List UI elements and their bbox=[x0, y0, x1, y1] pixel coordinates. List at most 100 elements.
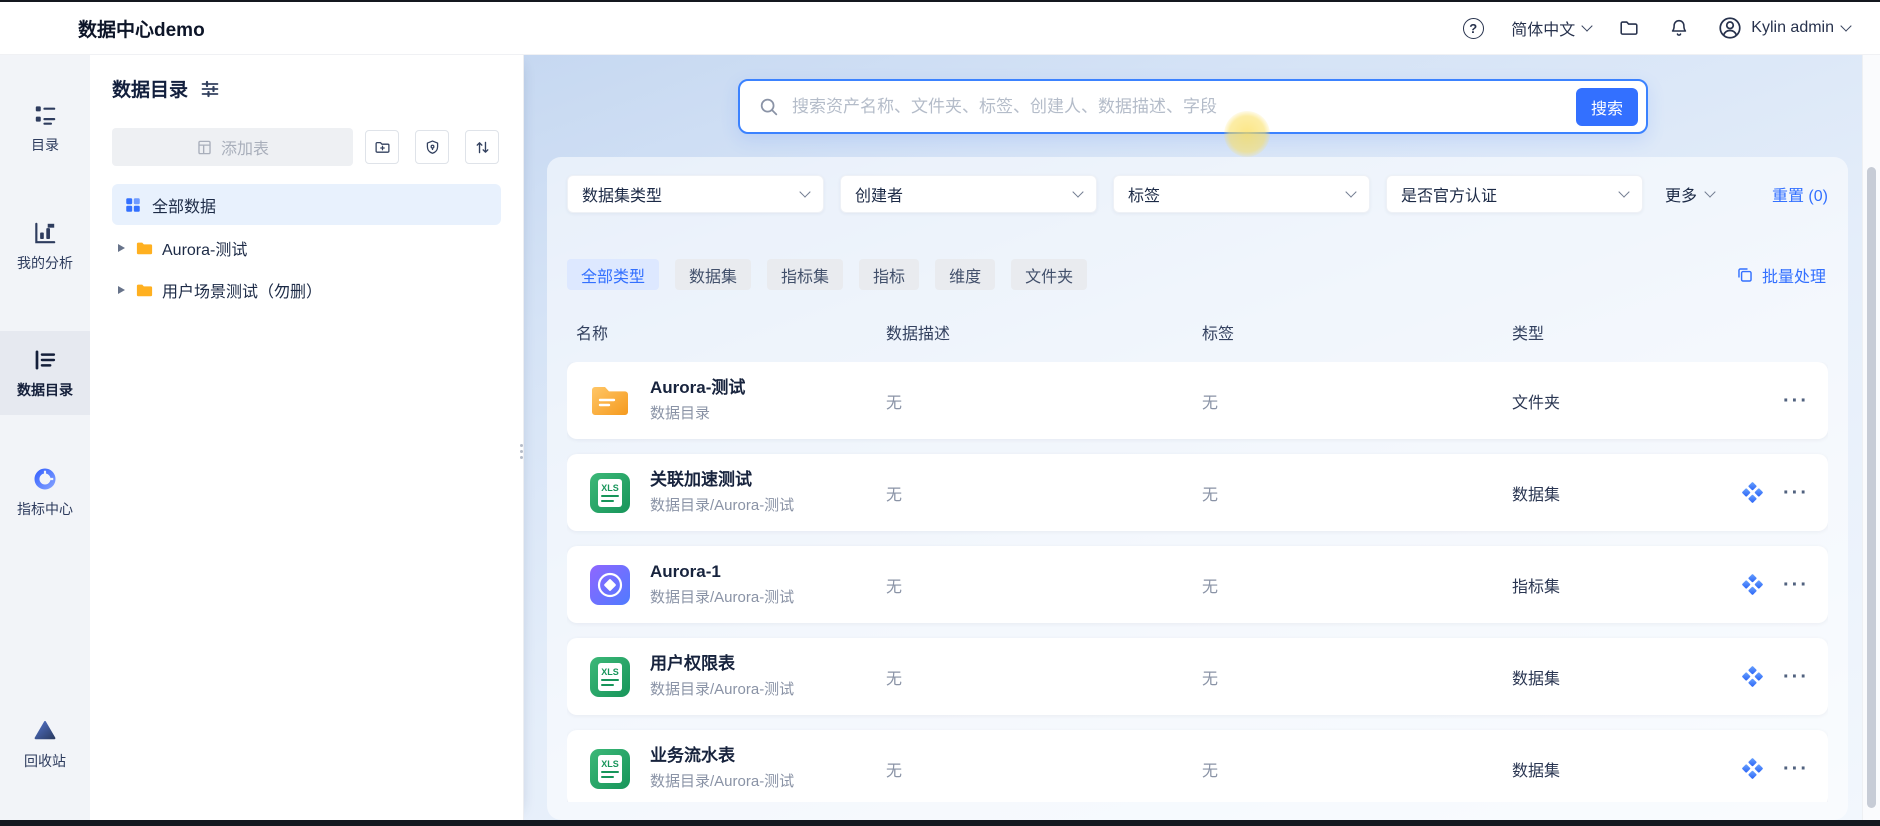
asset-list: Aurora-测试 数据目录 无 无 文件夹 ··· XLS bbox=[567, 362, 1828, 802]
filter-row: 数据集类型 创建者 标签 是否官方认证 更多 重置 (0) bbox=[567, 175, 1828, 213]
bell-icon bbox=[1668, 17, 1690, 39]
batch-process-button[interactable]: 批量处理 bbox=[1736, 263, 1826, 287]
sidebar-item-label: 数据目录 bbox=[17, 380, 73, 400]
sidebar-item-catalog[interactable]: 目录 bbox=[0, 95, 90, 161]
tree-item-all-data[interactable]: 全部数据 bbox=[112, 184, 501, 225]
filter-label: 标签 bbox=[1128, 182, 1160, 206]
acceleration-icon bbox=[1742, 574, 1763, 595]
panel-settings-button[interactable] bbox=[200, 79, 220, 99]
asset-desc: 无 bbox=[886, 389, 1202, 413]
user-menu[interactable]: Kylin admin bbox=[1717, 15, 1850, 41]
sort-button[interactable] bbox=[465, 130, 499, 164]
permission-button[interactable] bbox=[415, 130, 449, 164]
tab-dataset[interactable]: 数据集 bbox=[675, 259, 751, 290]
row-menu-button[interactable]: ··· bbox=[1783, 391, 1809, 411]
row-menu-button[interactable]: ··· bbox=[1783, 759, 1809, 779]
tree-item-user-scenario-test[interactable]: 用户场景测试（勿删） bbox=[112, 271, 501, 309]
tab-metric[interactable]: 指标 bbox=[859, 259, 919, 290]
more-filters-button[interactable]: 更多 bbox=[1665, 182, 1714, 206]
help-button[interactable]: ? bbox=[1461, 16, 1485, 40]
asset-path: 数据目录/Aurora-测试 bbox=[650, 497, 886, 515]
table-row[interactable]: XLS 用户权限表 数据目录/Aurora-测试 无 无 数据集 bbox=[567, 638, 1828, 715]
tree-item-label: 用户场景测试（勿删） bbox=[162, 278, 322, 302]
asset-name[interactable]: Aurora-测试 bbox=[650, 378, 886, 398]
asset-name[interactable]: 用户权限表 bbox=[650, 654, 886, 674]
batch-icon bbox=[1736, 266, 1754, 284]
tree-item-aurora-test[interactable]: Aurora-测试 bbox=[112, 229, 501, 267]
sidebar-item-data-catalog[interactable]: 数据目录 bbox=[0, 331, 90, 415]
sidebar-item-metrics-center[interactable]: 指标中心 bbox=[0, 459, 90, 525]
chevron-down-icon bbox=[1704, 186, 1715, 197]
user-name: Kylin admin bbox=[1751, 19, 1834, 37]
panel-resize-handle[interactable] bbox=[517, 438, 525, 464]
add-table-button[interactable]: 添加表 bbox=[112, 128, 353, 166]
filter-tag[interactable]: 标签 bbox=[1113, 175, 1370, 213]
new-folder-button[interactable] bbox=[365, 130, 399, 164]
help-icon: ? bbox=[1463, 18, 1484, 39]
sidebar-item-label: 我的分析 bbox=[17, 253, 73, 273]
asset-tag: 无 bbox=[1202, 481, 1512, 505]
topbar-actions: ? 简体中文 Kylin admin bbox=[1461, 15, 1850, 41]
sidebar-item-my-analysis[interactable]: 我的分析 bbox=[0, 213, 90, 279]
tab-metric-set[interactable]: 指标集 bbox=[767, 259, 843, 290]
filter-creator[interactable]: 创建者 bbox=[840, 175, 1097, 213]
row-menu-button[interactable]: ··· bbox=[1783, 483, 1809, 503]
tab-all-types[interactable]: 全部类型 bbox=[567, 259, 659, 290]
tree-item-label: 全部数据 bbox=[152, 193, 216, 217]
tab-dimension[interactable]: 维度 bbox=[935, 259, 995, 290]
table-row[interactable]: Aurora-1 数据目录/Aurora-测试 无 无 指标集 bbox=[567, 546, 1828, 623]
asset-tag: 无 bbox=[1202, 389, 1512, 413]
col-name: 名称 bbox=[576, 320, 886, 344]
sidebar-item-recycle-bin[interactable]: 回收站 bbox=[0, 711, 90, 777]
tree-item-label: Aurora-测试 bbox=[162, 236, 247, 260]
asset-type: 数据集 bbox=[1512, 481, 1740, 505]
svg-text:XLS: XLS bbox=[601, 667, 619, 677]
window-frame-top bbox=[0, 0, 1880, 2]
table-row[interactable]: Aurora-测试 数据目录 无 无 文件夹 ··· bbox=[567, 362, 1828, 439]
filter-label: 是否官方认证 bbox=[1401, 182, 1497, 206]
sidebar-item-label: 目录 bbox=[31, 135, 59, 155]
asset-name[interactable]: Aurora-1 bbox=[650, 562, 886, 582]
row-icon-wrap: XLS bbox=[587, 746, 650, 792]
tune-icon bbox=[200, 79, 220, 99]
reset-filters-button[interactable]: 重置 (0) bbox=[1772, 182, 1828, 206]
click-highlight bbox=[1224, 111, 1270, 157]
language-switcher[interactable]: 简体中文 bbox=[1511, 16, 1591, 40]
folder-button[interactable] bbox=[1617, 16, 1641, 40]
filter-dataset-type[interactable]: 数据集类型 bbox=[567, 175, 824, 213]
filter-official-certified[interactable]: 是否官方认证 bbox=[1386, 175, 1643, 213]
chevron-down-icon bbox=[1618, 186, 1629, 197]
recycle-bin-icon bbox=[32, 718, 58, 744]
row-menu-button[interactable]: ··· bbox=[1783, 667, 1809, 687]
catalog-tree: 全部数据 Aurora-测试 用户场景测试（勿删） bbox=[112, 184, 501, 309]
row-icon-wrap: XLS bbox=[587, 470, 650, 516]
acceleration-icon bbox=[1742, 758, 1763, 779]
xls-file-icon: XLS bbox=[587, 654, 633, 700]
row-menu-button[interactable]: ··· bbox=[1783, 575, 1809, 595]
search-button[interactable]: 搜索 bbox=[1576, 88, 1638, 126]
asset-path: 数据目录/Aurora-测试 bbox=[650, 773, 886, 791]
search-input[interactable] bbox=[792, 97, 1576, 117]
asset-type: 文件夹 bbox=[1512, 389, 1740, 413]
asset-type: 数据集 bbox=[1512, 665, 1740, 689]
catalog-icon bbox=[32, 102, 58, 128]
asset-path: 数据目录/Aurora-测试 bbox=[650, 681, 886, 699]
scrollbar-thumb[interactable] bbox=[1867, 167, 1876, 808]
chevron-down-icon bbox=[799, 186, 810, 197]
sidebar-item-label: 回收站 bbox=[24, 751, 66, 771]
notifications-button[interactable] bbox=[1667, 16, 1691, 40]
table-row[interactable]: XLS 业务流水表 数据目录/Aurora-测试 无 无 数据集 bbox=[567, 730, 1828, 802]
folder-icon bbox=[135, 281, 154, 300]
svg-text:XLS: XLS bbox=[601, 759, 619, 769]
svg-text:XLS: XLS bbox=[601, 483, 619, 493]
table-row[interactable]: XLS 关联加速测试 数据目录/Aurora-测试 无 无 数据集 bbox=[567, 454, 1828, 531]
sidebar: 目录 我的分析 数据目录 指标中心 回收站 bbox=[0, 55, 90, 820]
asset-name[interactable]: 业务流水表 bbox=[650, 746, 886, 766]
analysis-icon bbox=[32, 220, 58, 246]
add-table-label: 添加表 bbox=[221, 135, 269, 159]
tab-folder[interactable]: 文件夹 bbox=[1011, 259, 1087, 290]
batch-label: 批量处理 bbox=[1762, 263, 1826, 287]
acceleration-icon bbox=[1742, 666, 1763, 687]
asset-name[interactable]: 关联加速测试 bbox=[650, 470, 886, 490]
more-label: 更多 bbox=[1665, 182, 1697, 206]
